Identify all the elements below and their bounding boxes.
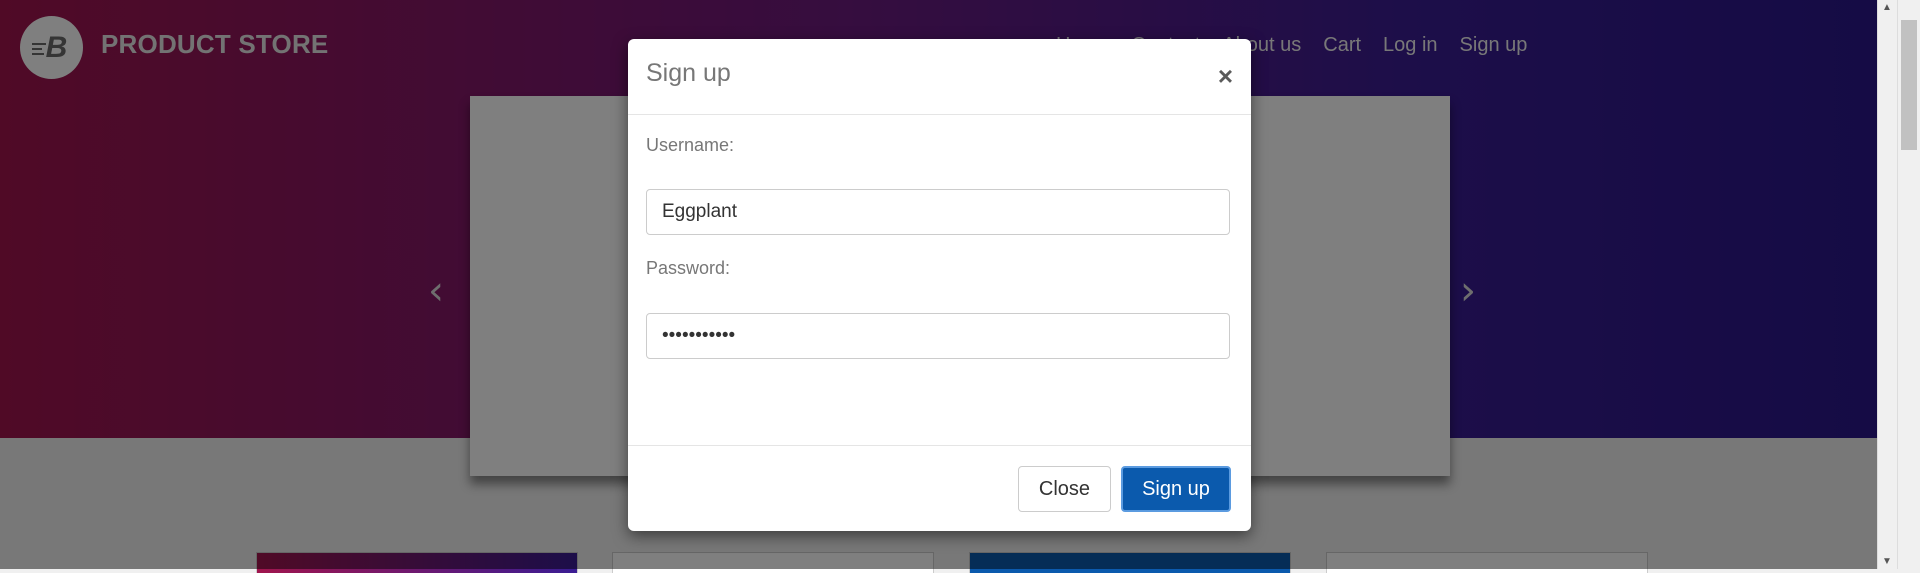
modal-header: Sign up × (628, 39, 1251, 115)
scroll-down-icon[interactable]: ▼ (1878, 556, 1896, 567)
signup-modal: Sign up × Username: Eggplant Password: •… (628, 39, 1251, 531)
username-label: Username: (646, 135, 735, 155)
password-label: Password: (646, 258, 731, 278)
modal-title: Sign up (646, 59, 731, 87)
page-scrollbar[interactable] (1897, 0, 1920, 569)
close-icon[interactable]: × (1218, 61, 1233, 92)
inner-scrollbar-track[interactable]: ▲ ▼ (1877, 0, 1896, 569)
signup-button[interactable]: Sign up (1121, 466, 1231, 512)
scrollbar-thumb[interactable] (1901, 20, 1917, 150)
scroll-up-icon[interactable]: ▲ (1878, 2, 1896, 13)
modal-footer: Close Sign up (628, 445, 1251, 532)
close-button[interactable]: Close (1018, 466, 1111, 512)
password-field[interactable]: ••••••••••• (646, 313, 1230, 359)
username-field[interactable]: Eggplant (646, 189, 1230, 235)
